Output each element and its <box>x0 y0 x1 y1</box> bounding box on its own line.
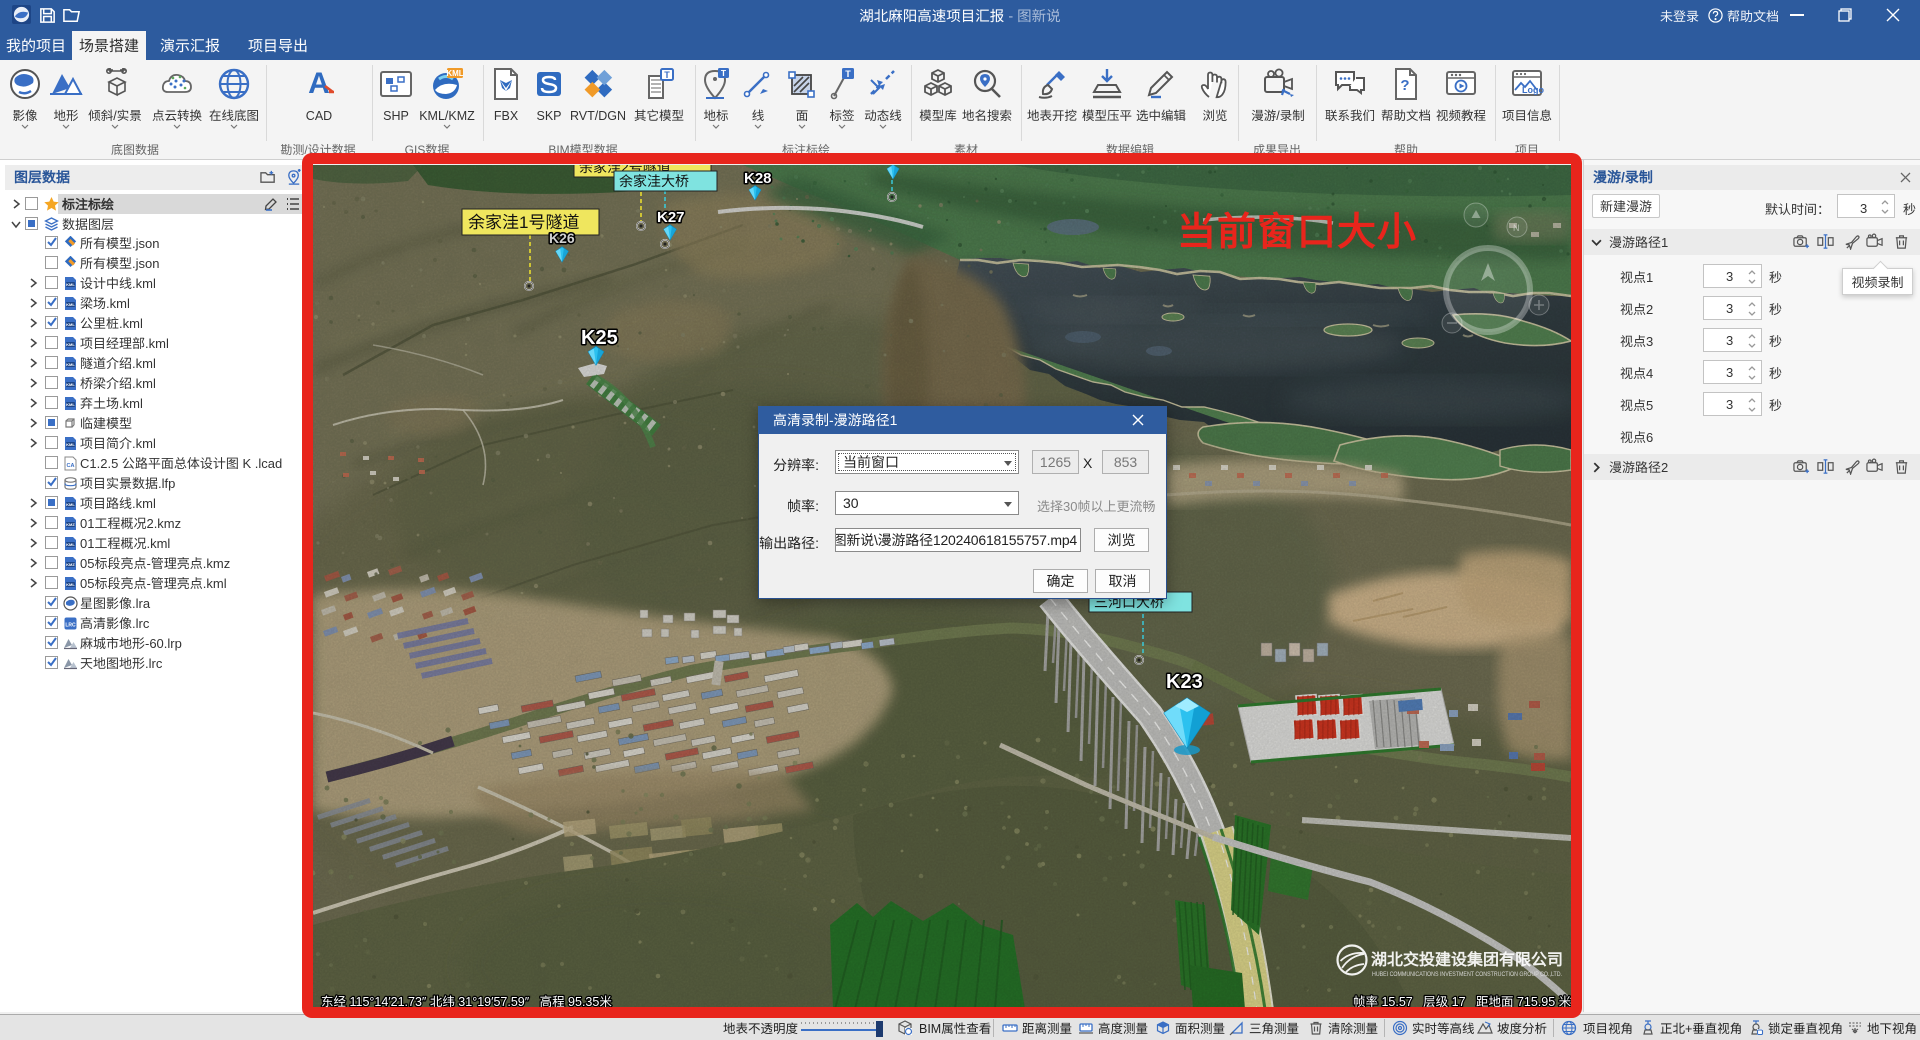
svg-text:K25: K25 <box>581 321 618 350</box>
svg-text:KML: KML <box>66 442 75 447</box>
svg-text:KML: KML <box>66 502 75 507</box>
svg-text:KMZ: KMZ <box>66 562 75 567</box>
svg-text:KML: KML <box>66 282 75 287</box>
svg-text:K26: K26 <box>549 228 575 248</box>
svg-text:KML: KML <box>66 362 75 367</box>
svg-text:KML: KML <box>66 542 75 547</box>
svg-text:帧率 15.57 层级 17 距地面 715.95: 帧率 15.57 层级 17 距地面 715.95 米 <box>1353 991 1571 1009</box>
svg-text:KMZ: KMZ <box>66 522 75 527</box>
svg-text:HUBEI COMMUNICATIONS INVESTMEN: HUBEI COMMUNICATIONS INVESTMENT CONSTRUC… <box>1372 968 1562 978</box>
svg-text:KML: KML <box>446 69 463 78</box>
svg-text:A: A <box>308 67 330 100</box>
svg-text:N: N <box>1513 221 1520 234</box>
svg-text:KML: KML <box>66 342 75 347</box>
svg-text:K28: K28 <box>744 167 772 188</box>
svg-text:东经 115°14′21.73″ 北纬 31°19′57.5: 东经 115°14′21.73″ 北纬 31°19′57.59″ 高程 95.3… <box>321 991 612 1009</box>
svg-text:KML: KML <box>66 402 75 407</box>
svg-text:当前窗口大小: 当前窗口大小 <box>1177 201 1417 257</box>
svg-text:LRC: LRC <box>65 623 76 629</box>
svg-text:湖北交投建设集团有限公司: 湖北交投建设集团有限公司 <box>1371 946 1563 970</box>
svg-text:余家洼大桥: 余家洼大桥 <box>619 171 689 191</box>
svg-text:Logo: Logo <box>1522 85 1544 95</box>
svg-text:T: T <box>664 70 670 80</box>
svg-text:?: ? <box>1400 77 1409 94</box>
svg-text:T: T <box>721 68 727 78</box>
svg-text:KML: KML <box>66 582 75 587</box>
svg-text:CA: CA <box>67 463 75 469</box>
svg-text:K27: K27 <box>657 206 685 227</box>
svg-text:KML: KML <box>66 302 75 307</box>
svg-text:KML: KML <box>66 382 75 387</box>
svg-text:T: T <box>845 69 851 79</box>
svg-text:KML: KML <box>66 322 75 327</box>
svg-text:K23: K23 <box>1166 665 1203 694</box>
